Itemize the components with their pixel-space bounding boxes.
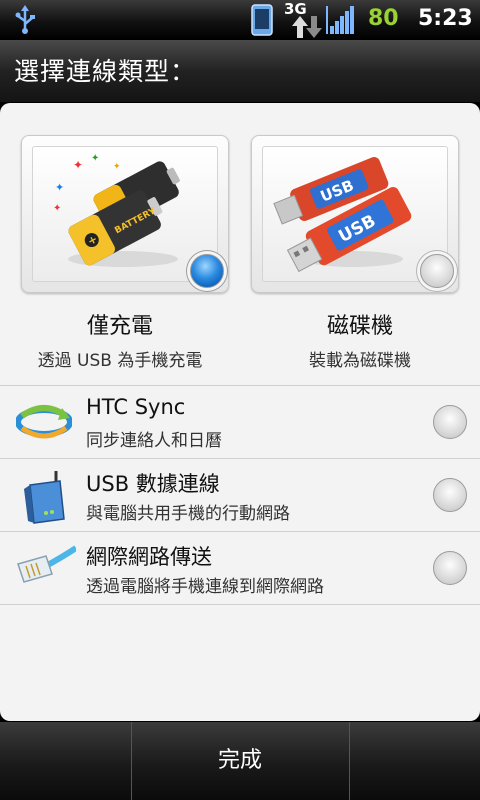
internet-passthrough-radio[interactable] — [433, 551, 467, 585]
card-frame: USB USB — [262, 146, 448, 282]
dialog-title-bar: 選擇連線類型： — [0, 40, 480, 102]
usb-tethering-row[interactable]: USB 數據連線 與電腦共用手機的行動網路 — [0, 459, 480, 531]
htc-sync-row[interactable]: HTC Sync 同步連絡人和日曆 — [0, 386, 480, 458]
svg-text:✦: ✦ — [73, 158, 83, 172]
ethernet-cable-icon — [17, 545, 76, 583]
htc-sync-title: HTC Sync — [86, 395, 186, 419]
usb-tethering-title: USB 數據連線 — [86, 472, 220, 496]
clock: 5:23 — [418, 6, 473, 31]
usb-drive-icon: USB USB — [273, 157, 412, 273]
bottom-bar-separator — [349, 722, 350, 800]
htc-sync-subtitle: 同步連絡人和日曆 — [86, 431, 222, 451]
charge-only-card[interactable]: BATTERY + ✦ ✦ ✦ ✦ ✦ — [21, 135, 229, 293]
charge-only-subtitle: 透過 USB 為手機充電 — [37, 351, 203, 371]
htc-sync-icon — [16, 405, 72, 439]
svg-text:✦: ✦ — [55, 181, 64, 194]
svg-text:✦: ✦ — [91, 153, 99, 164]
disk-drive-radio[interactable] — [420, 254, 454, 288]
usb-tethering-radio[interactable] — [433, 478, 467, 512]
disk-drive-title: 磁碟機 — [326, 314, 393, 339]
usb-tethering-subtitle: 與電腦共用手機的行動網路 — [86, 504, 290, 524]
internet-passthrough-subtitle: 透過電腦將手機連線到網際網路 — [86, 577, 324, 597]
divider — [0, 604, 480, 605]
phone-icon — [251, 4, 273, 36]
disk-drive-card[interactable]: USB USB — [251, 135, 459, 293]
svg-text:✦: ✦ — [113, 162, 121, 172]
card-frame: BATTERY + ✦ ✦ ✦ ✦ ✦ — [32, 146, 218, 282]
htc-sync-radio[interactable] — [433, 405, 467, 439]
connection-type-panel: BATTERY + ✦ ✦ ✦ ✦ ✦ 僅充電 透過 USB 為手機充電 USB… — [0, 103, 480, 721]
done-button[interactable]: 完成 — [131, 722, 349, 800]
router-icon — [24, 471, 65, 524]
status-bar: 3G 80 5:23 — [0, 0, 480, 40]
internet-passthrough-row[interactable]: 網際網路傳送 透過電腦將手機連線到網際網路 — [0, 532, 480, 604]
internet-passthrough-title: 網際網路傳送 — [86, 545, 212, 569]
dialog-title: 選擇連線類型： — [14, 57, 197, 86]
charge-only-title: 僅充電 — [86, 314, 153, 339]
battery-icon: BATTERY + ✦ ✦ ✦ ✦ ✦ — [53, 153, 180, 267]
svg-text:✦: ✦ — [53, 203, 61, 214]
bottom-bar: 完成 — [0, 722, 480, 800]
signal-icon — [326, 6, 354, 34]
data-arrows-icon — [292, 16, 322, 38]
disk-drive-subtitle: 裝載為磁碟機 — [309, 351, 411, 371]
charge-only-radio[interactable] — [190, 254, 224, 288]
usb-icon — [15, 5, 35, 34]
battery-level: 80 — [368, 6, 399, 31]
